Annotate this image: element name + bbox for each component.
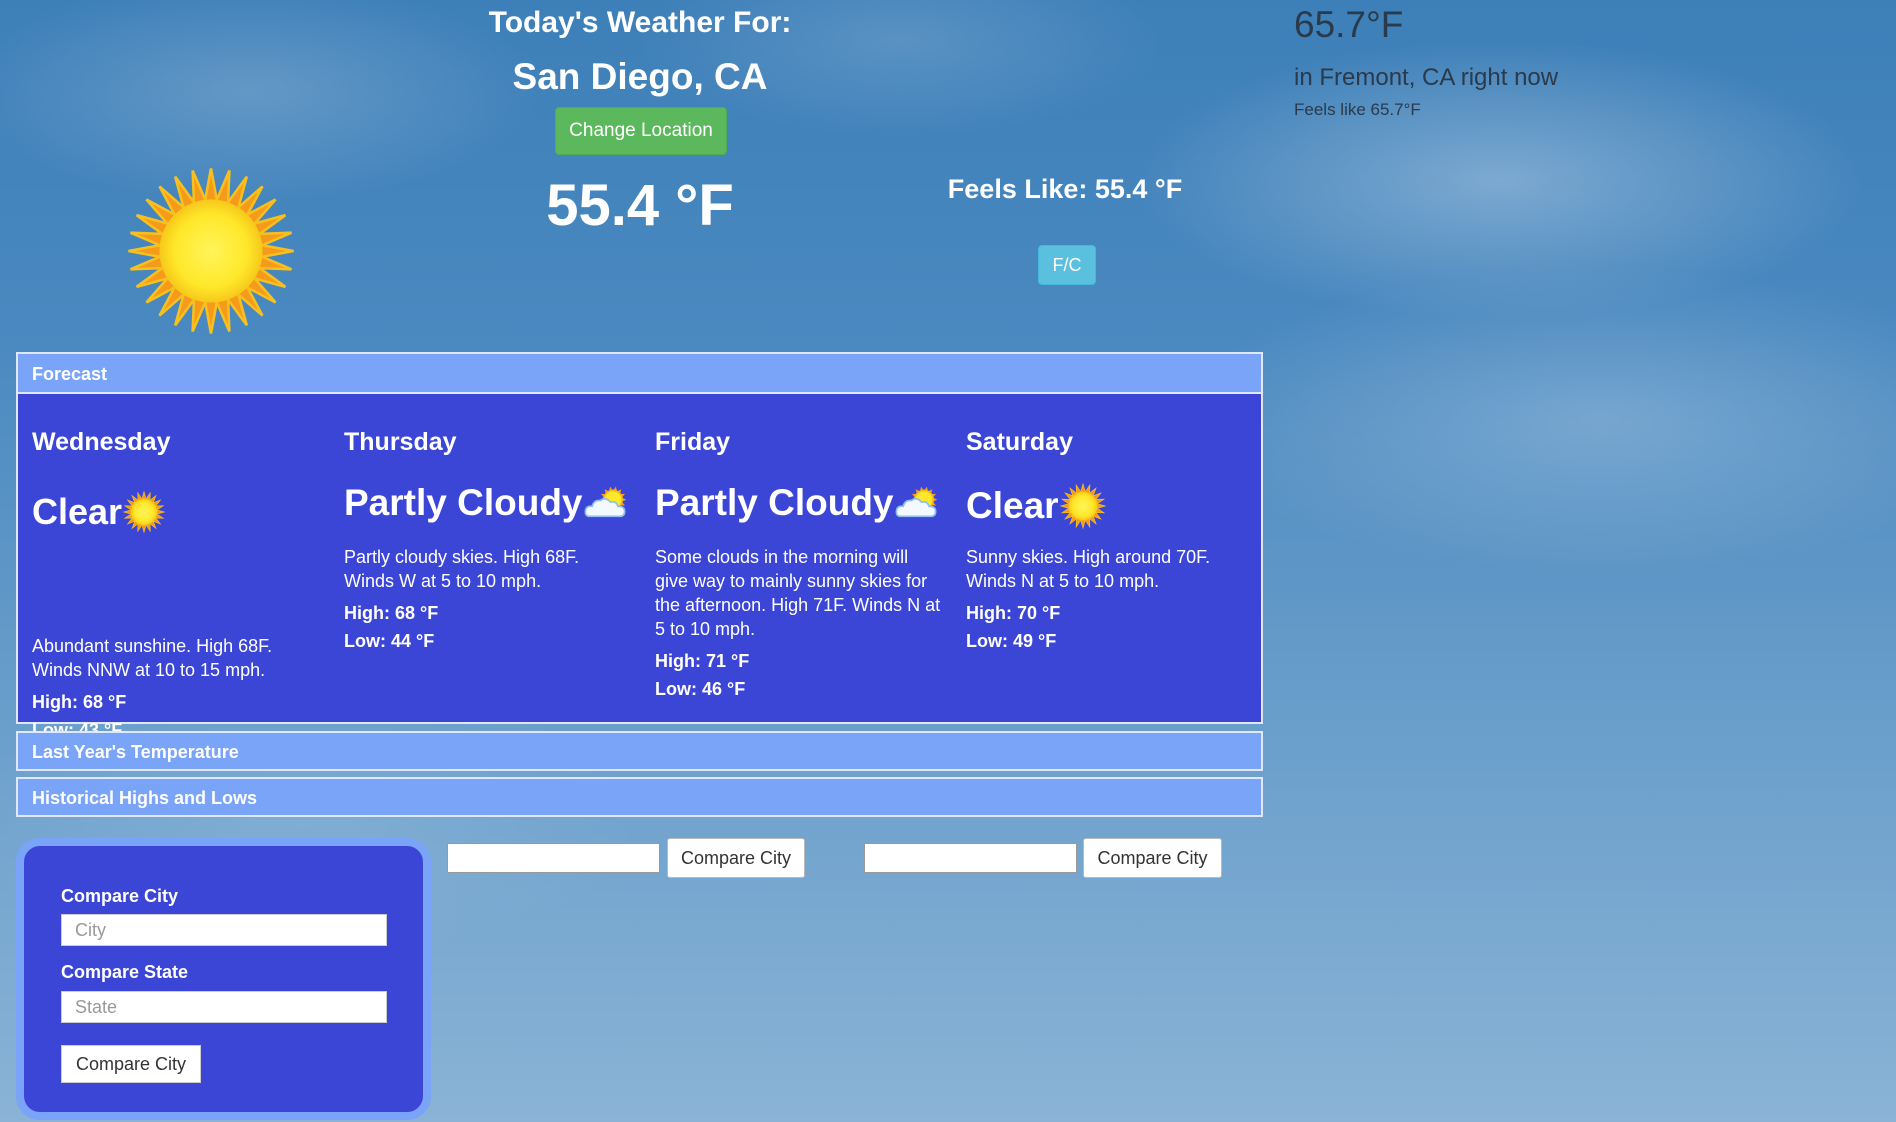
condition-label: Clear xyxy=(32,491,123,532)
day-name: Wednesday xyxy=(32,428,171,456)
forecast-high: High: 71 °F xyxy=(655,651,750,671)
page-title: Today's Weather For: xyxy=(488,6,792,39)
forecast-low: Low: 49 °F xyxy=(966,631,1057,651)
condition: Clear xyxy=(966,482,1107,530)
fremont-feels-like: Feels like 65.7°F xyxy=(1294,100,1421,119)
compare-city-input[interactable]: City xyxy=(61,914,387,946)
forecast-description: Sunny skies. High around 70F. Winds N at… xyxy=(966,547,1211,591)
partly-cloudy-icon xyxy=(895,486,937,518)
condition: Partly Cloudy xyxy=(344,482,633,524)
historical-panel-header[interactable]: Historical Highs and Lows xyxy=(16,777,1263,817)
forecast-low: Low: 46 °F xyxy=(655,679,746,699)
fremont-location: in Fremont, CA right now xyxy=(1294,64,1559,91)
unit-toggle-button[interactable]: F/C xyxy=(1038,245,1096,285)
location-name: San Diego, CA xyxy=(512,56,768,97)
compare-state-label: Compare State xyxy=(61,962,189,982)
condition-label: Partly Cloudy xyxy=(655,482,894,523)
forecast-description: Some clouds in the morning will give way… xyxy=(655,547,941,639)
condition: Clear xyxy=(32,490,166,534)
feels-like-temperature: Feels Like: 55.4 °F xyxy=(947,174,1183,204)
current-temperature: 55.4 °F xyxy=(546,173,734,238)
last-year-panel-header[interactable]: Last Year's Temperature xyxy=(16,731,1263,771)
day-name: Friday xyxy=(655,428,731,456)
compare-slot-input[interactable] xyxy=(447,843,660,873)
forecast-high: High: 68 °F xyxy=(32,692,127,712)
compare-state-input[interactable]: State xyxy=(61,991,387,1023)
compare-form: Compare City City Compare State State Co… xyxy=(16,838,431,1120)
forecast-panel-header[interactable]: Forecast xyxy=(16,352,1263,394)
forecast-panel-body: Wednesday Clear Abundant sunshine. High … xyxy=(16,394,1263,740)
compare-city-button[interactable]: Compare City xyxy=(1083,838,1222,878)
sun-icon xyxy=(1059,482,1106,530)
condition-label: Partly Cloudy xyxy=(344,482,583,523)
condition-label: Clear xyxy=(966,485,1059,526)
condition: Partly Cloudy xyxy=(655,482,944,524)
sun-icon xyxy=(122,490,166,534)
forecast-low: Low: 44 °F xyxy=(344,631,435,651)
partly-cloudy-icon xyxy=(584,486,626,518)
change-location-button[interactable]: Change Location xyxy=(555,107,727,155)
forecast-description: Partly cloudy skies. High 68F. Winds W a… xyxy=(344,547,580,591)
fremont-temperature: 65.7°F xyxy=(1294,4,1404,45)
day-name: Thursday xyxy=(344,428,457,456)
compare-city-button[interactable]: Compare City xyxy=(667,838,805,878)
compare-slot-input[interactable] xyxy=(864,843,1077,873)
forecast-high: High: 68 °F xyxy=(344,603,439,623)
compare-city-button[interactable]: Compare City xyxy=(61,1045,201,1083)
day-name: Saturday xyxy=(966,428,1073,456)
sun-icon xyxy=(128,168,294,334)
forecast-description: Abundant sunshine. High 68F. Winds NNW a… xyxy=(32,636,273,680)
compare-city-label: Compare City xyxy=(61,886,179,906)
forecast-high: High: 70 °F xyxy=(966,603,1061,623)
